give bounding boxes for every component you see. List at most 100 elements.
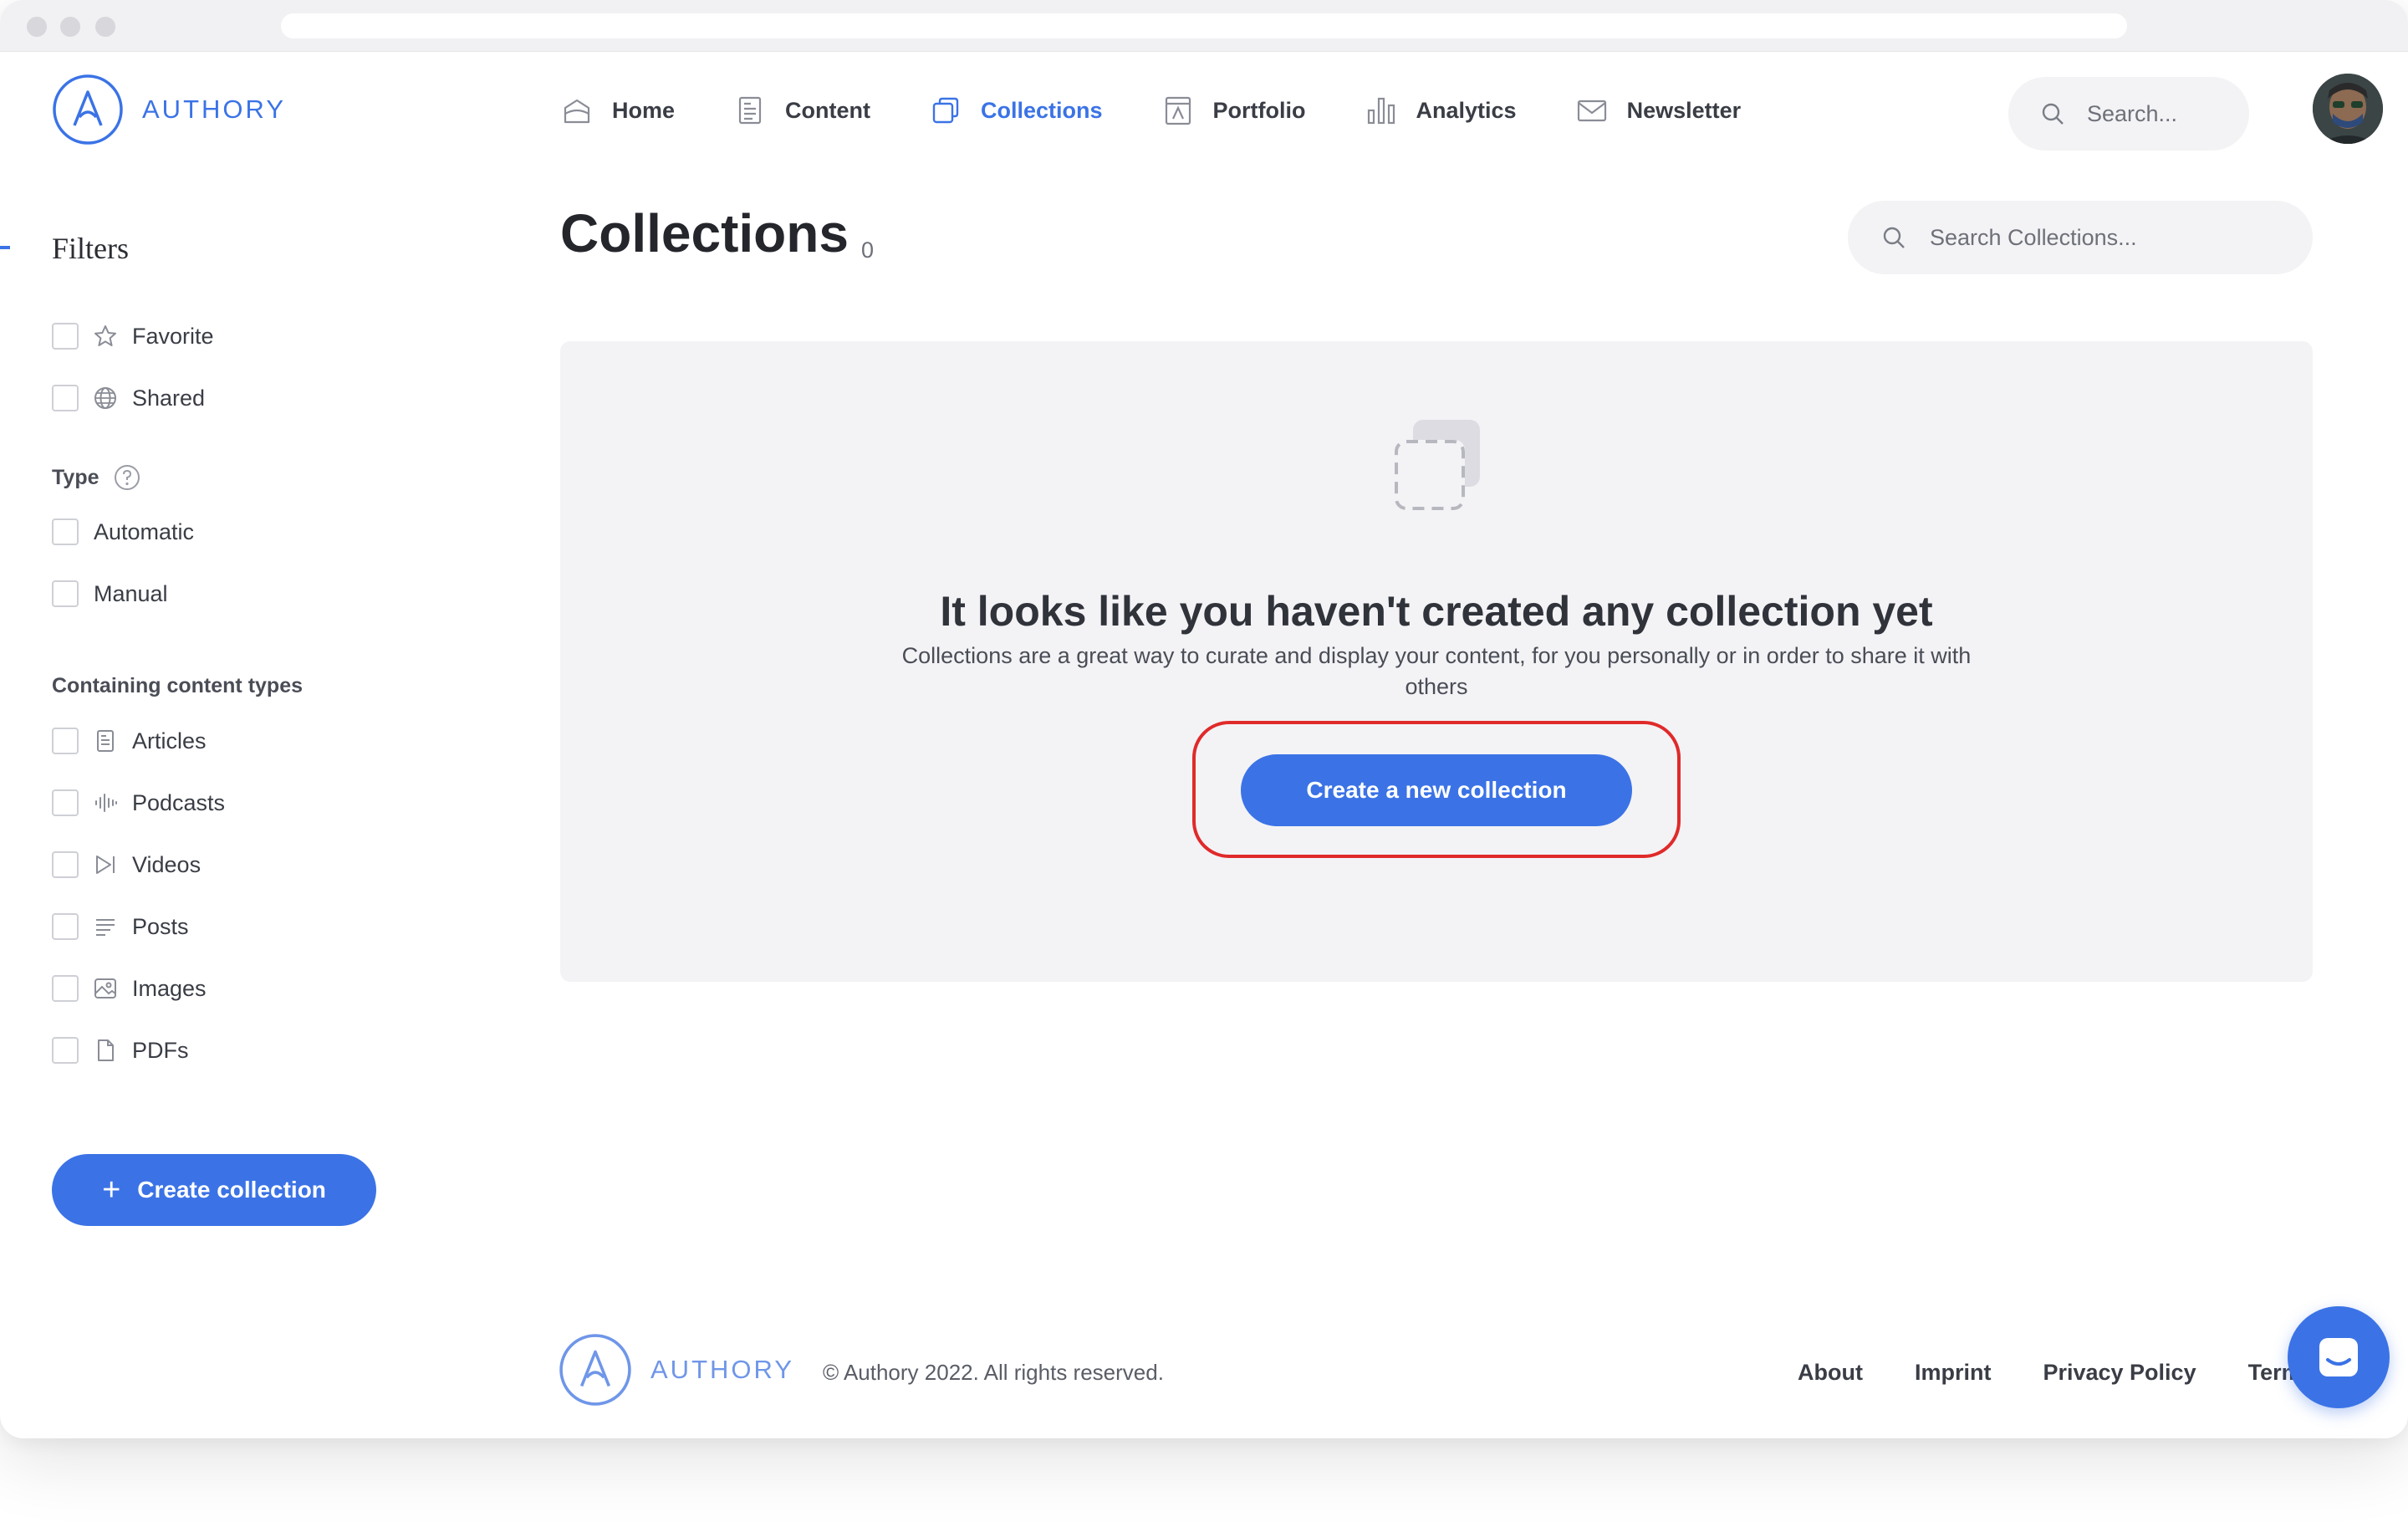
filter-favorite[interactable]: Favorite (52, 323, 214, 350)
copyright-text: © Authory 2022. All rights reserved. (823, 1360, 1164, 1385)
sidebar-accent (0, 246, 10, 249)
filter-favorite-checkbox[interactable] (52, 323, 79, 350)
filter-videos[interactable]: Videos (52, 851, 201, 878)
filter-manual-label: Manual (94, 580, 168, 606)
window-minimize-button[interactable] (60, 17, 80, 37)
page-title: Collections (560, 203, 849, 263)
collections-icon (932, 97, 959, 124)
global-search-input[interactable] (2087, 100, 2237, 127)
create-collection-label: Create collection (137, 1177, 326, 1203)
global-search[interactable] (2008, 77, 2249, 151)
filter-posts-label: Posts (132, 913, 189, 939)
filter-images[interactable]: Images (52, 975, 207, 1002)
filter-articles-checkbox[interactable] (52, 728, 79, 754)
filter-automatic-label: Automatic (94, 518, 195, 544)
user-avatar[interactable] (2313, 74, 2383, 144)
filter-pdfs-checkbox[interactable] (52, 1037, 79, 1064)
main-nav: Home Content Collections Portfolio Analy… (560, 87, 1799, 134)
filter-manual[interactable]: Manual (52, 580, 168, 607)
podcast-icon (95, 794, 117, 812)
empty-state-heading: It looks like you haven't created any co… (940, 588, 1933, 635)
content-icon (738, 96, 762, 125)
filter-posts[interactable]: Posts (52, 913, 189, 940)
filter-podcasts-checkbox[interactable] (52, 789, 79, 816)
collections-count: 0 (861, 237, 875, 263)
star-icon (94, 325, 116, 346)
filter-pdfs[interactable]: PDFs (52, 1037, 189, 1064)
nav-home-label: Home (612, 97, 676, 123)
footer-logo[interactable]: AUTHORY (559, 1333, 794, 1407)
filter-favorite-label: Favorite (132, 323, 214, 349)
brand-name: AUTHORY (142, 94, 287, 124)
help-icon[interactable] (113, 463, 141, 492)
type-label: Type (52, 465, 99, 489)
filter-podcasts-label: Podcasts (132, 789, 226, 815)
authory-logo-icon (559, 1334, 631, 1406)
filter-posts-checkbox[interactable] (52, 913, 79, 940)
image-icon (94, 978, 116, 998)
type-section-label: Type (52, 463, 141, 492)
nav-collections-label: Collections (981, 97, 1103, 123)
home-icon (564, 99, 590, 124)
filter-shared-checkbox[interactable] (52, 385, 79, 411)
filter-articles[interactable]: Articles (52, 728, 207, 754)
authory-logo-icon (53, 74, 123, 145)
chat-icon (2319, 1338, 2358, 1376)
create-collection-button[interactable]: + Create collection (52, 1154, 376, 1226)
filter-videos-checkbox[interactable] (52, 851, 79, 878)
nav-newsletter-label: Newsletter (1626, 97, 1742, 123)
browser-window: AUTHORY Home Content Collections Portfol… (0, 0, 2408, 1438)
nav-analytics[interactable]: Analytics (1365, 94, 1517, 127)
collections-search-input[interactable] (1930, 224, 2298, 251)
footer-links: About Imprint Privacy Policy Terms (1798, 1360, 2314, 1386)
search-icon (2042, 103, 2064, 125)
collections-search[interactable] (1848, 201, 2313, 274)
filter-images-checkbox[interactable] (52, 975, 79, 1002)
post-icon (96, 919, 115, 936)
create-new-collection-button[interactable]: Create a new collection (1241, 754, 1632, 826)
filter-images-label: Images (132, 975, 207, 1001)
pdf-icon (98, 1039, 114, 1061)
footer-link-about[interactable]: About (1798, 1360, 1863, 1386)
nav-newsletter[interactable]: Newsletter (1575, 94, 1742, 127)
nav-collections[interactable]: Collections (929, 94, 1103, 127)
nav-content-label: Content (785, 97, 870, 123)
footer-link-imprint[interactable]: Imprint (1915, 1360, 1992, 1386)
filter-automatic-checkbox[interactable] (52, 518, 79, 545)
window-maximize-button[interactable] (95, 17, 115, 37)
analytics-icon (1367, 97, 1395, 125)
article-icon (97, 730, 114, 752)
empty-collection-icon (1395, 420, 1480, 510)
brand-logo[interactable]: AUTHORY (52, 74, 286, 146)
filter-videos-label: Videos (132, 851, 202, 877)
window-close-button[interactable] (27, 17, 47, 37)
footer-link-privacy-policy[interactable]: Privacy Policy (2043, 1360, 2196, 1386)
filters-title: Filters (52, 232, 130, 265)
filter-podcasts[interactable]: Podcasts (52, 789, 225, 816)
empty-state-panel: It looks like you haven't created any co… (560, 341, 2313, 982)
nav-analytics-label: Analytics (1416, 97, 1517, 123)
video-icon (96, 855, 115, 874)
filter-shared[interactable]: Shared (52, 385, 205, 411)
globe-icon (94, 387, 116, 409)
newsletter-icon (1577, 100, 1606, 122)
chat-launcher-button[interactable] (2288, 1306, 2390, 1408)
empty-state-subtext: Collections are a great way to curate an… (901, 643, 1972, 699)
filter-automatic[interactable]: Automatic (52, 518, 194, 545)
filter-manual-checkbox[interactable] (52, 580, 79, 607)
address-bar[interactable] (281, 13, 2127, 38)
plus-icon: + (102, 1172, 121, 1208)
nav-content[interactable]: Content (733, 94, 870, 127)
content-types-section-label: Containing content types (52, 674, 303, 697)
filter-shared-label: Shared (132, 385, 206, 411)
browser-titlebar (0, 0, 2408, 52)
footer-brand-name: AUTHORY (650, 1355, 795, 1384)
search-icon (1883, 227, 1905, 248)
filter-articles-label: Articles (132, 728, 207, 753)
nav-home[interactable]: Home (560, 94, 675, 127)
filter-pdfs-label: PDFs (132, 1037, 189, 1063)
portfolio-icon (1165, 96, 1191, 125)
avatar-image (2313, 74, 2383, 144)
nav-portfolio-label: Portfolio (1212, 97, 1306, 123)
nav-portfolio[interactable]: Portfolio (1161, 94, 1306, 127)
